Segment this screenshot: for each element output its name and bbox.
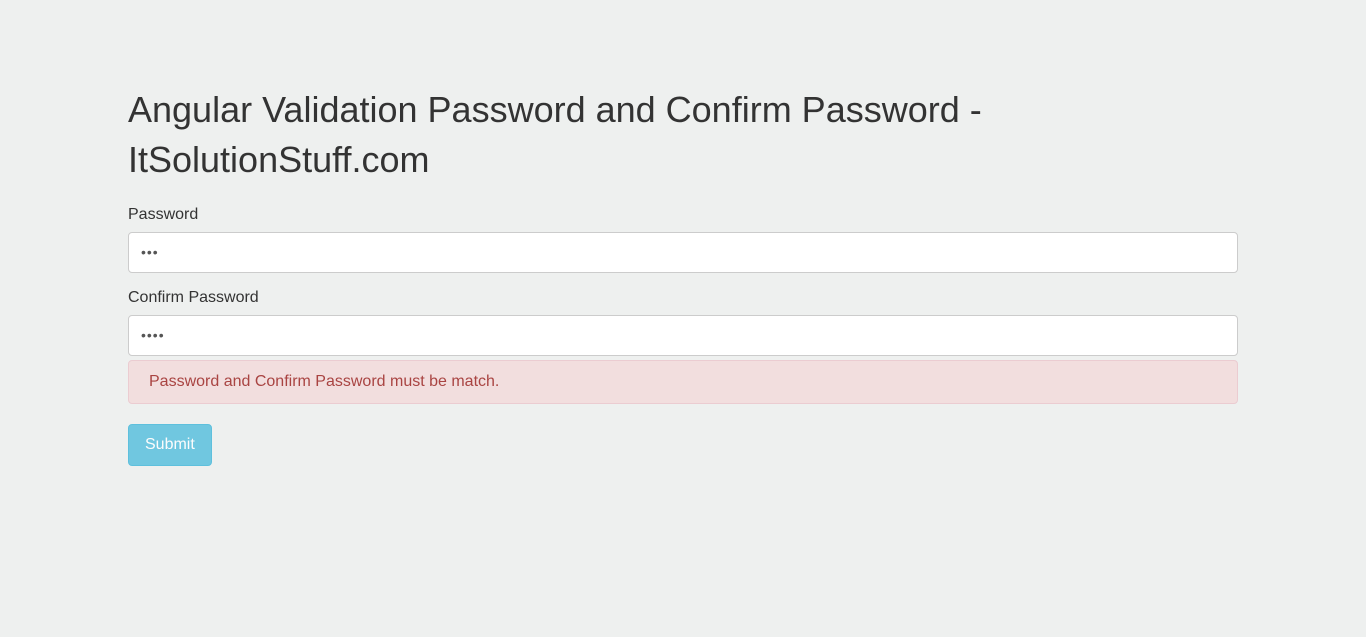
password-label: Password	[128, 206, 1238, 224]
form-container: Angular Validation Password and Confirm …	[128, 0, 1238, 466]
password-input[interactable]	[128, 232, 1238, 273]
confirm-password-label: Confirm Password	[128, 289, 1238, 307]
page-title: Angular Validation Password and Confirm …	[128, 85, 1238, 186]
confirm-password-input[interactable]	[128, 315, 1238, 356]
submit-button[interactable]: Submit	[128, 424, 212, 466]
confirm-password-group: Confirm Password Password and Confirm Pa…	[128, 289, 1238, 404]
password-group: Password	[128, 206, 1238, 273]
validation-error-message: Password and Confirm Password must be ma…	[128, 360, 1238, 404]
